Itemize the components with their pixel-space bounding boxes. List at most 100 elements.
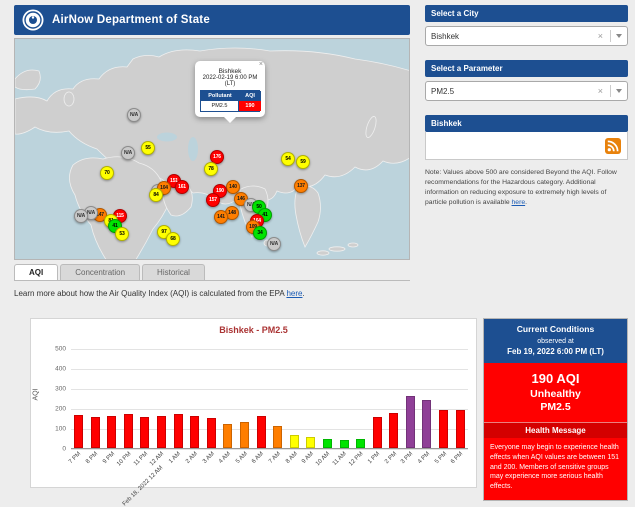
health-message-text: Everyone may begin to experience health … [484, 438, 627, 500]
sidebar: Select a City Bishkek × Select a Paramet… [425, 5, 628, 207]
aqi-marker[interactable]: 54 [281, 152, 295, 166]
y-axis-tick: 200 [55, 406, 66, 413]
chart-bar[interactable] [456, 410, 465, 448]
tab-aqi[interactable]: AQI [14, 264, 58, 280]
chart-bar[interactable] [124, 414, 133, 448]
bar-slot: 7 PM [71, 349, 86, 448]
aqi-marker[interactable]: 59 [296, 155, 310, 169]
tab-historical[interactable]: Historical [142, 264, 205, 280]
chart-bar[interactable] [323, 439, 332, 448]
chart-bar[interactable] [373, 417, 382, 448]
city-select-value: Bishkek [431, 32, 594, 41]
chart-bar[interactable] [290, 435, 299, 448]
aqi-marker[interactable]: N/A [267, 237, 281, 251]
bar-slot: 12 AM [154, 349, 169, 448]
chart-bar[interactable] [140, 417, 149, 448]
parameter-select[interactable]: PM2.5 × [425, 81, 628, 101]
aqi-marker[interactable]: 78 [204, 162, 218, 176]
learn-more-prefix: Learn more about how the Air Quality Ind… [14, 289, 286, 298]
aqi-marker[interactable]: 157 [206, 193, 220, 207]
aqi-marker[interactable]: 141 [214, 210, 228, 224]
x-axis-tick: 5 PM [434, 451, 448, 465]
aqi-marker[interactable]: 137 [294, 179, 308, 193]
x-axis-tick: 2 AM [185, 451, 199, 465]
x-axis-tick: 10 PM [116, 451, 133, 468]
x-axis-tick: 8 PM [85, 451, 99, 465]
aqi-marker[interactable]: N/A [74, 209, 88, 223]
aqi-marker[interactable]: N/A [121, 146, 135, 160]
page-title: AirNow Department of State [52, 14, 210, 26]
aqi-marker[interactable]: 53 [115, 227, 129, 241]
chart-bar[interactable] [223, 424, 232, 448]
current-conditions-panel: Current Conditions observed at Feb 19, 2… [483, 318, 628, 501]
chart-bar[interactable] [257, 416, 266, 448]
popup-aqi-value: 190 [239, 101, 261, 111]
station-header: Bishkek [425, 115, 628, 132]
city-select-header: Select a City [425, 5, 628, 22]
aqi-marker[interactable]: 68 [166, 232, 180, 246]
aqi-marker[interactable]: 34 [253, 226, 267, 240]
chart-bar[interactable] [107, 416, 116, 448]
chart-bar[interactable] [190, 416, 199, 448]
bar-slot: 4 AM [220, 349, 235, 448]
x-axis-date-label: Feb 18, 2022 12 AM [122, 465, 164, 507]
bar-slot: 8 PM [88, 349, 103, 448]
bar-slot: 3 AM [204, 349, 219, 448]
city-clear-icon[interactable]: × [594, 31, 607, 41]
chart-bar[interactable] [273, 426, 282, 448]
chart-bar[interactable] [207, 418, 216, 448]
bar-slot: 12 PM [353, 349, 368, 448]
current-aqi-block: 190 AQI Unhealthy PM2.5 [484, 363, 627, 422]
aqi-marker[interactable]: 55 [141, 141, 155, 155]
chart-bar[interactable] [389, 413, 398, 448]
x-axis-tick: 11 AM [332, 451, 348, 467]
chevron-down-icon[interactable] [616, 89, 622, 93]
chart-bar[interactable] [356, 439, 365, 448]
parameter-select-header: Select a Parameter [425, 60, 628, 77]
bar-slot: 1 PM [370, 349, 385, 448]
note-suffix: . [525, 199, 527, 206]
x-axis-tick: 9 PM [102, 451, 116, 465]
bar-slot: 11 PM [137, 349, 152, 448]
chart-bar[interactable] [74, 415, 83, 448]
chart-bar[interactable] [306, 437, 315, 448]
x-axis-tick: 6 AM [251, 451, 265, 465]
x-axis-tick: 2 PM [384, 451, 398, 465]
chart-bar[interactable] [157, 416, 166, 448]
bar-slot: 6 PM [453, 349, 468, 448]
aqi-marker[interactable]: N/A [127, 108, 141, 122]
popup-close-icon[interactable]: × [259, 61, 263, 69]
popup-aqi-header: AQI [239, 91, 261, 101]
gridline [71, 449, 468, 450]
popup-pollutant-value: PM2.5 [201, 101, 239, 111]
bar-slot: 3 PM [403, 349, 418, 448]
health-message-label: Health Message [484, 422, 627, 438]
epa-link[interactable]: here [286, 289, 302, 298]
chart-bar[interactable] [91, 417, 100, 448]
aqi-marker[interactable]: 84 [149, 188, 163, 202]
rss-bar [425, 132, 628, 160]
chart-bar[interactable] [422, 400, 431, 448]
chevron-down-icon[interactable] [616, 34, 622, 38]
note-link[interactable]: here [512, 199, 526, 206]
current-conditions-title: Current Conditions [488, 324, 623, 334]
current-parameter: PM2.5 [488, 401, 623, 413]
chart-bar[interactable] [406, 396, 415, 448]
chart-bar[interactable] [439, 410, 448, 448]
chart-bar[interactable] [174, 414, 183, 448]
popup-city: Bishkek [199, 68, 261, 75]
chart-bar[interactable] [340, 440, 349, 448]
city-select[interactable]: Bishkek × [425, 26, 628, 46]
map[interactable]: N/A55N/A70N/A151161104841767814019015714… [14, 38, 410, 260]
bar-slot: 9 AM [303, 349, 318, 448]
bar-slot: 5 PM [436, 349, 451, 448]
tab-concentration[interactable]: Concentration [60, 264, 140, 280]
rss-icon[interactable] [605, 138, 621, 154]
x-axis-tick: 10 AM [315, 451, 331, 467]
y-axis-tick: 400 [55, 366, 66, 373]
parameter-clear-icon[interactable]: × [594, 86, 607, 96]
aqi-marker[interactable]: 161 [175, 180, 189, 194]
chart-bar[interactable] [240, 422, 249, 448]
bar-slot: 5 AM [237, 349, 252, 448]
aqi-marker[interactable]: 70 [100, 166, 114, 180]
